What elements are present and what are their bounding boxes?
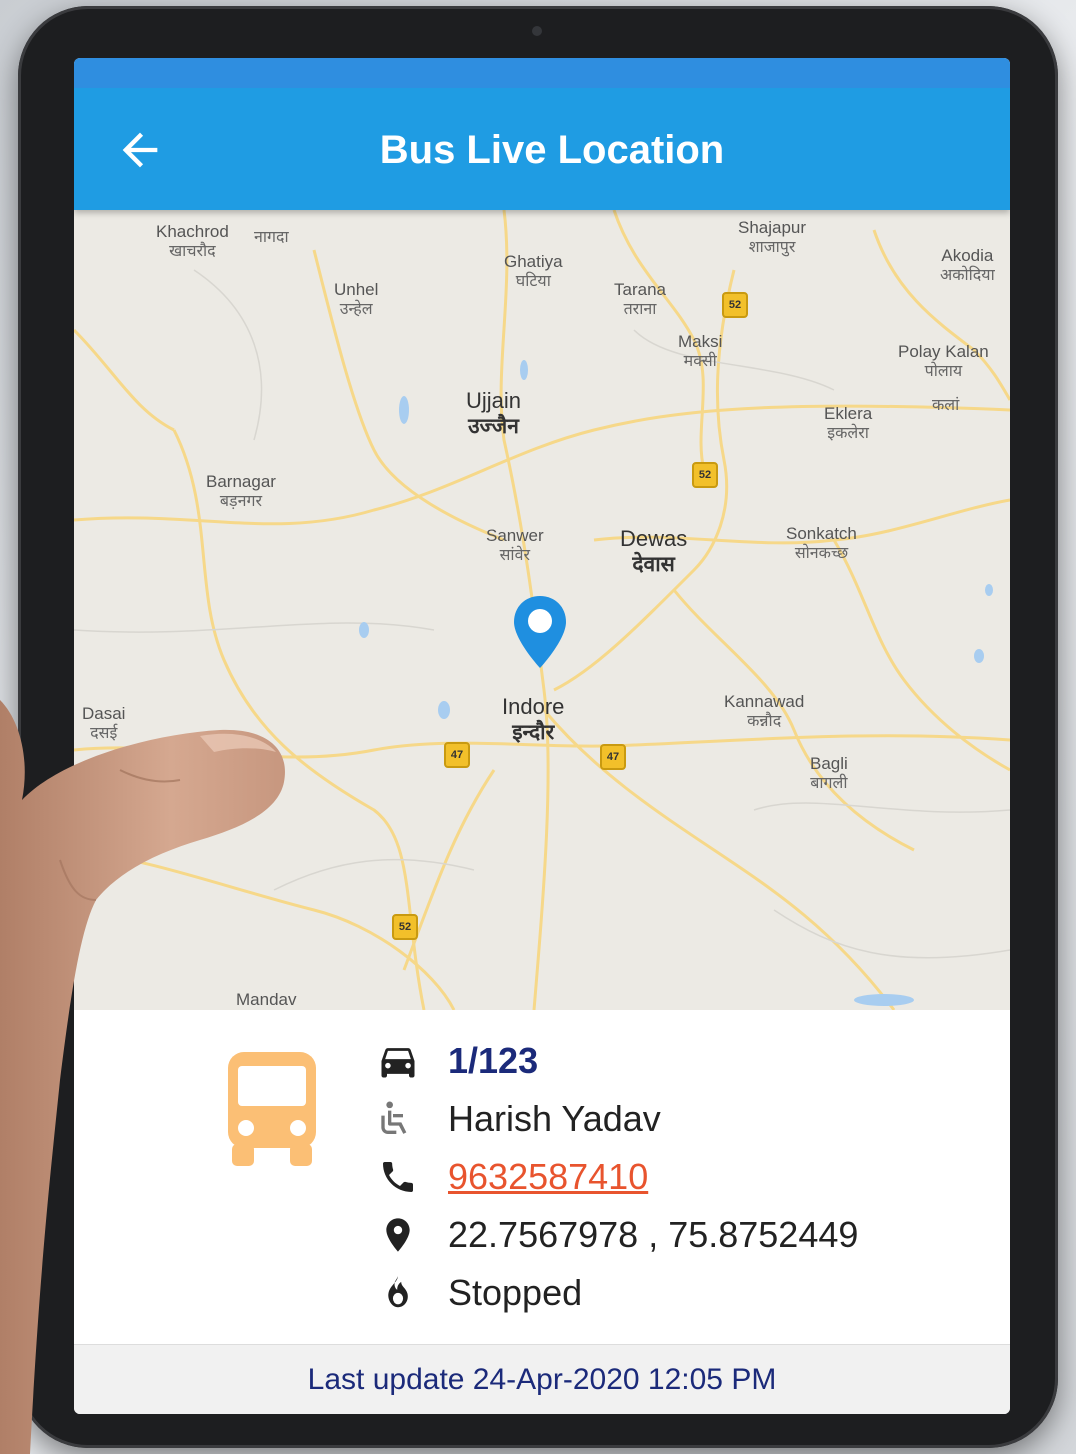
bus-icon xyxy=(222,1048,322,1172)
map-label-bagli: Bagli बागली xyxy=(810,754,848,793)
ignition-fire-icon xyxy=(374,1269,422,1317)
map-label-barnagar: Barnagar बड़नगर xyxy=(206,472,276,511)
map-label-polay-kalan: Polay Kalan पोलाय xyxy=(898,342,989,381)
map-label-sonkatch: Sonkatch सोनकच्छ xyxy=(786,524,857,563)
status-row: Stopped xyxy=(374,1268,582,1318)
last-update-footer: Last update 24-Apr-2020 12:05 PM xyxy=(74,1344,1010,1414)
map-label-indore: Indore इन्दौर xyxy=(502,694,565,745)
map-label-tarana: Tarana तराना xyxy=(614,280,666,319)
highway-shield: 52 xyxy=(692,462,718,488)
highway-shield: 52 xyxy=(722,292,748,318)
map-label-ghatiya: Ghatiya घटिया xyxy=(504,252,563,291)
map-label-khachrod: Khachrod खाचरौद xyxy=(156,222,229,261)
bus-number: 1/123 xyxy=(448,1040,539,1081)
map-label-nagda: नागदा xyxy=(254,229,289,246)
driver-seat-icon xyxy=(374,1095,422,1143)
map-label-dasai: Dasai दसई xyxy=(82,704,126,743)
bus-location-marker[interactable] xyxy=(512,594,568,670)
coordinates-row: 22.7567978 , 75.8752449 xyxy=(374,1210,858,1260)
highway-shield: 47 xyxy=(600,744,626,770)
highway-shield: 47 xyxy=(444,742,470,768)
map-label-ujjain: Ujjain उज्जैन xyxy=(466,388,522,439)
app-screen: Bus Live Location Khachrod खाचरौद नागदा … xyxy=(74,58,1010,1414)
phone-row: 9632587410 xyxy=(374,1152,648,1202)
map-label-eklera: Eklera इकलेरा xyxy=(824,404,873,443)
bus-number-row: 1/123 xyxy=(374,1036,538,1086)
map-label-shajapur: Shajapur शाजापुर xyxy=(738,218,807,257)
front-camera xyxy=(532,26,542,36)
tablet-device: Bus Live Location Khachrod खाचरौद नागदा … xyxy=(18,6,1058,1448)
map-pin-icon xyxy=(514,596,566,668)
coordinates-value: 22.7567978 , 75.8752449 xyxy=(448,1214,859,1255)
phone-number-link[interactable]: 9632587410 xyxy=(448,1156,648,1198)
map-label-maksi: Maksi मक्सी xyxy=(678,332,723,371)
map-view[interactable]: Khachrod खाचरौद नागदा Unhel उन्हेल Ghatiya… xyxy=(74,210,1010,1010)
car-icon xyxy=(374,1037,422,1085)
driver-row: Harish Yadav xyxy=(374,1094,661,1144)
map-label-dewas: Dewas देवास xyxy=(620,526,688,577)
bus-status: Stopped xyxy=(448,1272,583,1313)
map-label-unhel: Unhel उन्हेल xyxy=(334,280,379,319)
map-label-sanwer: Sanwer सांवेर xyxy=(486,526,544,565)
phone-icon xyxy=(374,1153,422,1201)
bus-info-panel: 1/123 Harish Yadav 9632587410 22.7567978… xyxy=(74,1010,1010,1344)
location-pin-icon xyxy=(374,1211,422,1259)
map-label-kannawad: Kannawad कन्नौद xyxy=(724,692,805,731)
app-bar: Bus Live Location xyxy=(74,58,1010,210)
map-label-kalan: कलां xyxy=(932,397,960,414)
highway-shield: 52 xyxy=(392,914,418,940)
map-label-mandav: Mandav xyxy=(236,990,297,1009)
page-title: Bus Live Location xyxy=(379,128,725,172)
driver-name: Harish Yadav xyxy=(448,1098,661,1139)
map-label-akodia: Akodia अकोदिया xyxy=(940,246,995,285)
